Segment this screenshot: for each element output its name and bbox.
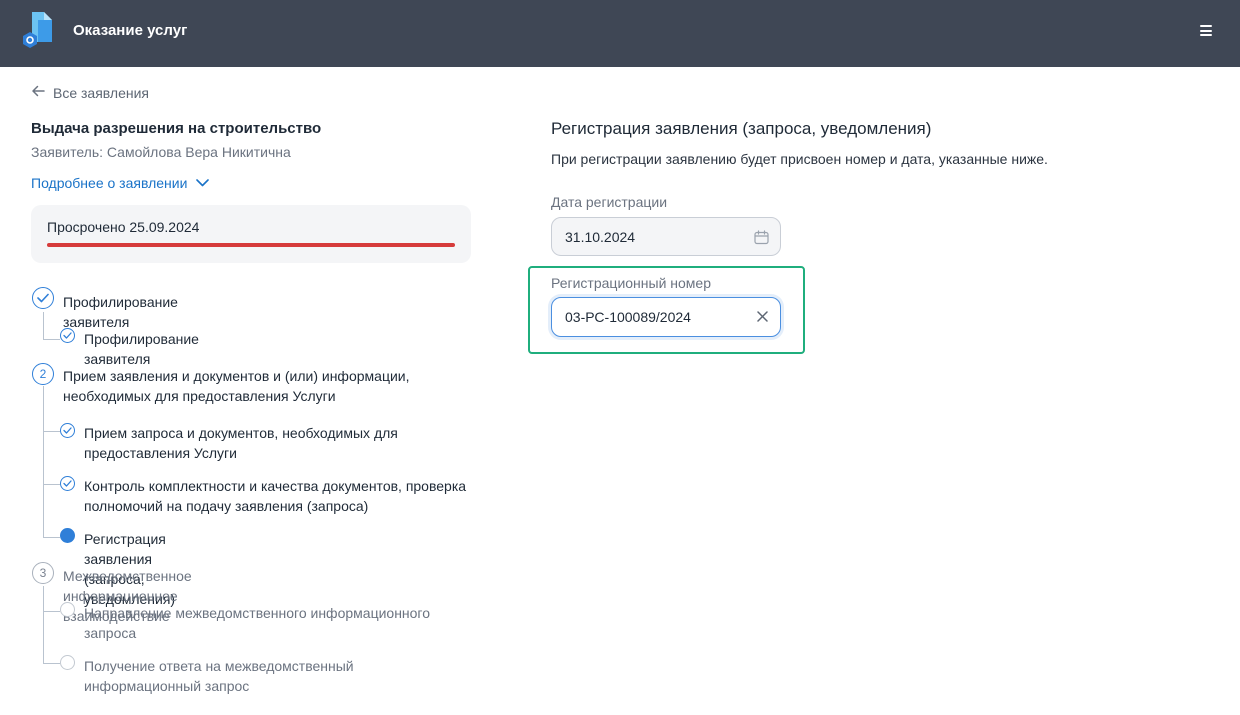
substep-label: Получение ответа на межведомственный инф…	[84, 658, 354, 694]
step-number-badge: 3	[32, 562, 54, 584]
registration-number-value: 03-РС-100089/2024	[565, 309, 691, 325]
step-label: Профилирование заявителя	[63, 294, 178, 330]
app-logo-icon	[23, 12, 52, 48]
substep-done-icon	[60, 476, 75, 491]
substep-label: Направление межведомственного информацио…	[84, 605, 431, 641]
step-done-icon	[32, 287, 54, 309]
substep-pending-icon	[60, 602, 75, 617]
app-header: Оказание услуг	[0, 0, 1240, 67]
substep-connector	[43, 484, 60, 485]
hamburger-menu-icon[interactable]	[1200, 25, 1214, 37]
form-title: Регистрация заявления (запроса, уведомле…	[551, 119, 932, 138]
arrow-left-icon	[31, 84, 45, 102]
number-field-label: Регистрационный номер	[551, 275, 711, 291]
step-number: 2	[39, 367, 47, 381]
substep-done-icon	[60, 423, 75, 438]
overdue-bar	[47, 243, 455, 247]
substep-label: Контроль комплектности и качества докуме…	[84, 478, 467, 514]
form-note: При регистрации заявлению будет присвоен…	[551, 151, 1048, 167]
step-label: Прием заявления и документов и (или) инф…	[63, 368, 410, 404]
step-connector	[43, 312, 44, 340]
applicant-name: Заявитель: Самойлова Вера Никитична	[31, 144, 291, 160]
app-title: Оказание услуг	[73, 22, 188, 39]
calendar-icon[interactable]	[754, 230, 769, 245]
registration-date-value: 31.10.2024	[565, 228, 636, 245]
registration-number-field[interactable]: 03-РС-100089/2024	[551, 297, 781, 337]
back-link-label: Все заявления	[53, 85, 150, 101]
request-details-toggle[interactable]: Подробнее о заявлении	[31, 175, 210, 191]
overdue-card: Просрочено 25.09.2024	[31, 205, 471, 263]
substep-label: Профилирование заявителя	[84, 331, 199, 367]
request-title: Выдача разрешения на строительство	[31, 120, 322, 137]
substep-done-icon	[60, 328, 75, 343]
back-to-requests-link[interactable]: Все заявления	[31, 84, 149, 102]
step-number: 3	[39, 566, 47, 580]
overdue-text: Просрочено 25.09.2024	[47, 219, 200, 235]
step-number-badge: 2	[32, 363, 54, 385]
step-connector	[43, 386, 44, 538]
registration-date-field[interactable]: 31.10.2024	[551, 217, 781, 256]
chevron-down-icon	[196, 179, 210, 187]
substep-connector	[43, 663, 60, 664]
clear-icon[interactable]	[756, 310, 769, 323]
substep-pending-icon	[60, 655, 75, 670]
request-details-label: Подробнее о заявлении	[31, 175, 188, 191]
substep-label: Прием запроса и документов, необходимых …	[84, 425, 398, 461]
substep-current-icon	[60, 528, 75, 543]
date-field-label: Дата регистрации	[551, 194, 668, 210]
step-connector	[43, 586, 44, 664]
substep-connector	[43, 611, 60, 612]
substep-connector	[43, 537, 60, 538]
substep-connector	[43, 431, 60, 432]
substep-connector	[43, 339, 60, 340]
